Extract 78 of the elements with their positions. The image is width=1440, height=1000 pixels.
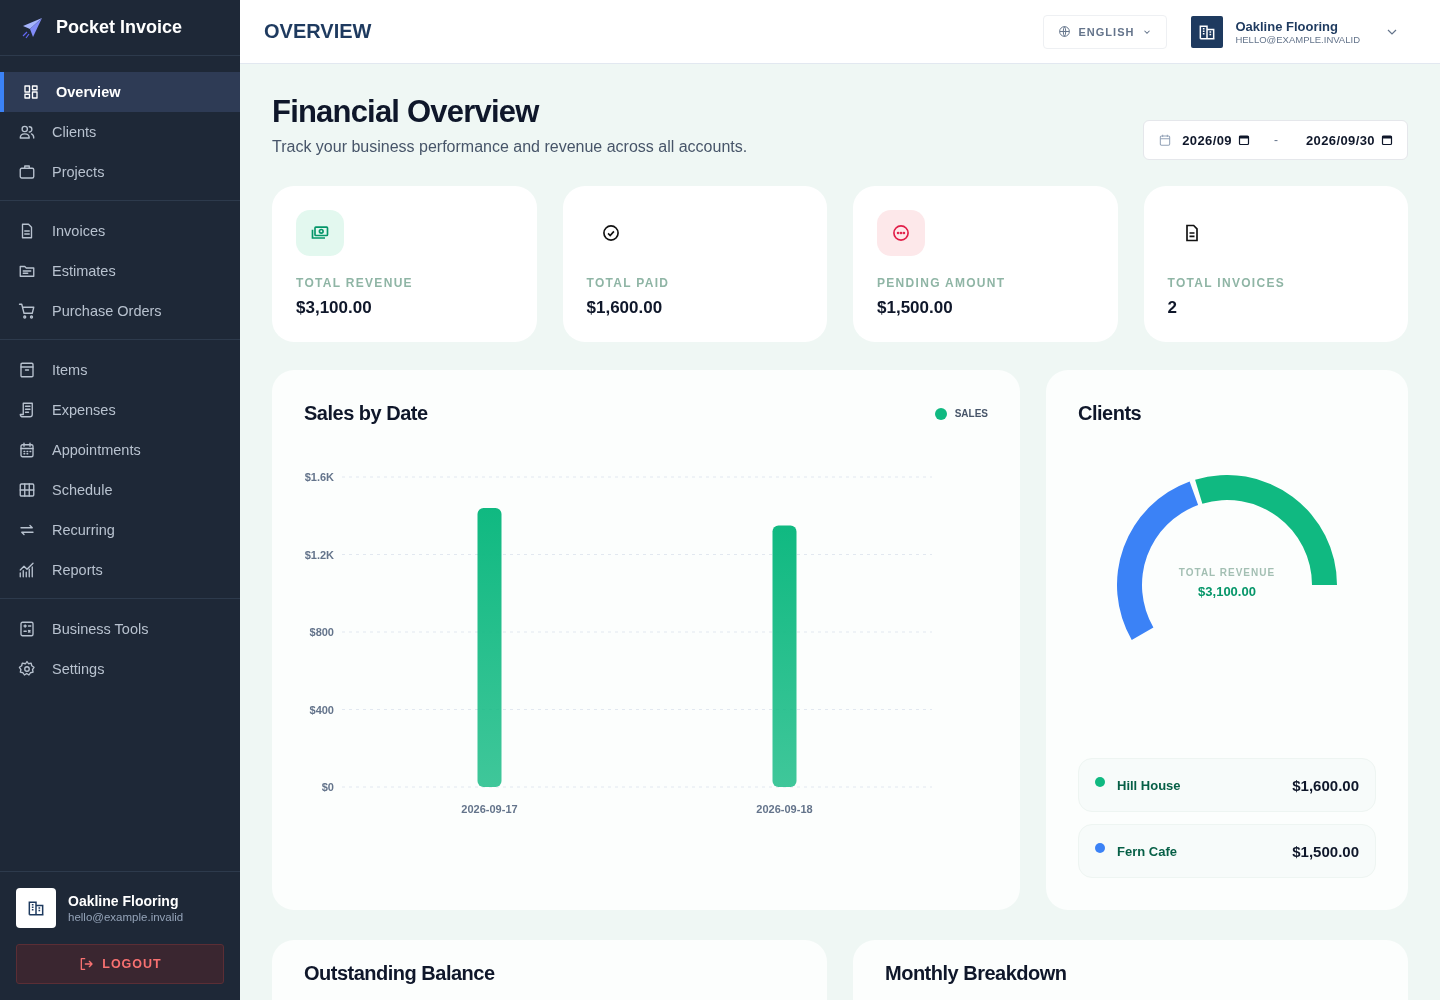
page-title: OVERVIEW — [264, 20, 372, 43]
subtitle: Track your business performance and revenue across all accounts. — [272, 138, 748, 156]
card-title: Outstanding Balance — [304, 962, 496, 985]
building-icon — [1191, 15, 1224, 48]
nav-item[interactable]: Overview — [0, 72, 240, 112]
nav-item[interactable]: Clients — [0, 112, 240, 152]
nav-item[interactable]: Business Tools — [0, 609, 240, 649]
stat-value: 2 — [1167, 298, 1178, 318]
nav-item[interactable]: Invoices — [0, 211, 240, 251]
settings-icon — [18, 660, 36, 678]
account-email: HELLO@EXAMPLE.INVALID — [1235, 33, 1360, 45]
grid-icon — [22, 83, 40, 101]
logout-icon — [78, 956, 95, 972]
axis-label: $800 — [309, 626, 334, 638]
stat-value: $3,100.00 — [296, 298, 373, 318]
account-name: Oakline Flooring — [1235, 18, 1338, 34]
card-title: Sales by Date — [304, 402, 428, 425]
app-name: Pocket Invoice — [56, 17, 183, 38]
date-range-field[interactable]: 2026/09 - 2026/09/30 — [1143, 120, 1408, 160]
nav-item[interactable]: Expenses — [0, 390, 240, 430]
paper-plane-icon — [20, 15, 44, 40]
legend-label: SALES — [954, 408, 988, 419]
stat-label: TOTAL REVENUE — [296, 276, 414, 290]
globe-icon — [1057, 25, 1071, 38]
client-amount: $1,600.00 — [1292, 776, 1359, 794]
nav-item[interactable]: Items — [0, 350, 240, 390]
archive-icon — [18, 361, 36, 379]
client-row[interactable]: Fern Cafe $1,500.00 — [1078, 824, 1376, 878]
building-icon — [16, 888, 56, 928]
client-name: Hill House — [1117, 777, 1182, 793]
axis-label: 2026-09-17 — [461, 803, 518, 815]
card-title: Monthly Breakdown — [885, 962, 1068, 985]
account-name: Oakline Flooring — [68, 893, 180, 909]
end-date: 2026/09/30 — [1305, 132, 1375, 148]
logout-button[interactable]: LOGOUT — [16, 944, 224, 984]
calendar-icon — [18, 441, 36, 459]
briefcase-icon — [18, 163, 36, 181]
donut-value: $3,100.00 — [1198, 584, 1256, 599]
calendar-icon — [1237, 134, 1250, 146]
stat-label: TOTAL PAID — [586, 276, 671, 290]
account-menu[interactable]: Oakline Flooring HELLO@EXAMPLE.INVALID — [1191, 15, 1416, 48]
calculator-icon — [18, 620, 36, 638]
axis-label: $1.6K — [304, 471, 334, 483]
axis-label: $1.2K — [304, 548, 334, 561]
client-name: Fern Cafe — [1117, 843, 1178, 859]
stat-label: PENDING AMOUNT — [877, 276, 1007, 290]
nav-item[interactable]: Estimates — [0, 251, 240, 291]
cart-icon — [18, 302, 36, 320]
heading: Financial Overview — [272, 94, 541, 130]
card-title: Clients — [1078, 402, 1143, 425]
stat-label: TOTAL INVOICES — [1167, 276, 1287, 290]
nav-item[interactable]: Reports — [0, 550, 240, 590]
calendar-icon — [1158, 133, 1173, 147]
client-row[interactable]: Hill House $1,600.00 — [1078, 758, 1376, 812]
calendar-icon — [1381, 134, 1393, 146]
account-email: hello@example.invalid — [68, 911, 184, 923]
start-date: 2026/09 — [1182, 132, 1232, 148]
nav-item[interactable]: Appointments — [0, 430, 240, 470]
donut-label: TOTAL REVENUE — [1178, 567, 1276, 578]
client-amount: $1,500.00 — [1292, 842, 1359, 860]
check-circle-icon — [600, 223, 621, 243]
chart-icon — [18, 561, 36, 579]
axis-label: 2026-09-18 — [756, 803, 813, 815]
nav-item[interactable]: Settings — [0, 649, 240, 689]
nav-item[interactable]: Schedule — [0, 470, 240, 510]
stat-value: $1,600.00 — [586, 298, 664, 318]
table-icon — [18, 481, 36, 499]
more-circle-icon — [891, 223, 911, 243]
receipt-icon — [18, 401, 36, 419]
nav-item[interactable]: Projects — [0, 152, 240, 192]
nav-item[interactable]: Purchase Orders — [0, 291, 240, 331]
date-separator: - — [1273, 133, 1278, 147]
users-icon — [18, 123, 36, 141]
nav-item[interactable]: Recurring — [0, 510, 240, 550]
language-button[interactable]: ENGLISH — [1042, 14, 1168, 49]
axis-label: $0 — [321, 781, 334, 793]
axis-label: $400 — [309, 703, 334, 716]
stat-value: $1,500.00 — [877, 298, 954, 318]
